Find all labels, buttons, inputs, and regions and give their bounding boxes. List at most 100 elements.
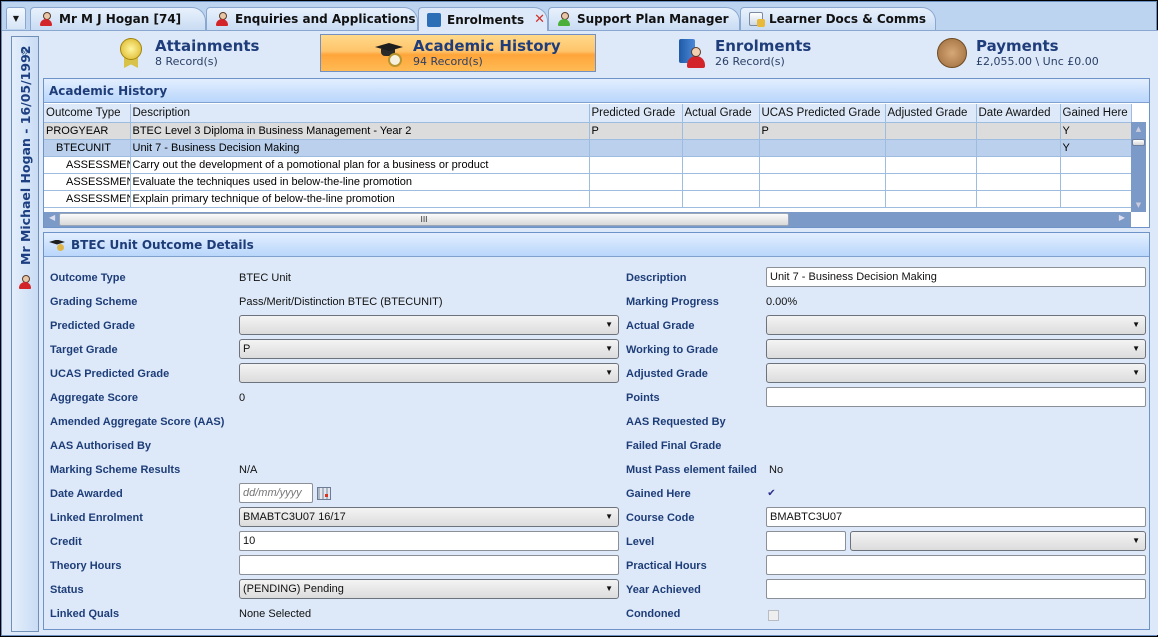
year-achieved-input[interactable] <box>766 579 1146 599</box>
panel-title: BTEC Unit Outcome Details <box>71 237 254 252</box>
predicted-grade-select[interactable]: ▼ <box>239 315 619 335</box>
table-row[interactable]: BTECUNIT Unit 7 - Business Decision Makin… <box>44 139 1132 157</box>
book-person-icon <box>675 37 707 69</box>
course-code-label: Course Code <box>626 512 695 524</box>
aas-authorised-by-label: AAS Authorised By <box>50 440 152 452</box>
summary-count: 8 Record(s) <box>155 54 218 68</box>
medal-icon <box>115 37 147 69</box>
column-header-actual-grade[interactable]: Actual Grade <box>682 104 760 123</box>
table-row[interactable]: ASSESSMEN Evaluate the techniques used in… <box>44 173 1132 191</box>
scroll-left-icon[interactable]: ◀ <box>49 213 55 222</box>
condoned-checkbox[interactable] <box>768 610 779 621</box>
scroll-thumb[interactable] <box>1132 139 1145 146</box>
calendar-icon[interactable] <box>317 487 331 500</box>
actual-grade-cell <box>682 190 760 208</box>
outcome-type-cell: ASSESSMEN <box>44 156 131 174</box>
record-tab-strip: ▼ Mr M J Hogan [74] Enquiries and Applic… <box>2 2 1156 31</box>
level-select[interactable]: ▼ <box>850 531 1146 551</box>
coin-icon <box>936 37 968 69</box>
grid-vertical-scrollbar[interactable]: ▲ ▼ <box>1131 122 1146 212</box>
select-value: P <box>243 343 251 355</box>
learner-person-icon <box>18 275 32 289</box>
ucas-predicted-grade-cell: P <box>759 122 886 140</box>
description-label: Description <box>626 272 687 284</box>
linked-quals-value[interactable]: None Selected <box>239 608 311 620</box>
description-cell: BTEC Level 3 Diploma in Business Managem… <box>130 122 590 140</box>
tab-list-menu-button[interactable]: ▼ <box>6 7 26 29</box>
date-awarded-cell <box>976 156 1061 174</box>
level-input[interactable] <box>766 531 846 551</box>
date-awarded-cell <box>976 190 1061 208</box>
tab-label: Support Plan Manager <box>577 12 729 26</box>
points-label: Points <box>626 392 660 404</box>
date-awarded-input[interactable] <box>239 483 313 503</box>
practical-hours-input[interactable] <box>766 555 1146 575</box>
theory-hours-label: Theory Hours <box>50 560 122 572</box>
target-grade-label: Target Grade <box>50 344 118 356</box>
aggregate-score-label: Aggregate Score <box>50 392 139 404</box>
scroll-down-icon[interactable]: ▼ <box>1131 201 1146 209</box>
panel-header: Academic History <box>44 79 1149 103</box>
column-header-outcome-type[interactable]: Outcome Type <box>44 104 131 123</box>
adjusted-grade-cell <box>885 156 977 174</box>
gained-here-checkbox[interactable]: ✔ <box>766 489 777 500</box>
ucas-predicted-grade-cell <box>759 190 886 208</box>
tab-label: Learner Docs & Comms <box>769 12 927 26</box>
summary-payments-button[interactable]: Payments £2,055.00 \ Unc £0.00 <box>935 34 1158 72</box>
linked-enrolment-select[interactable]: BMABTC3U07 16/17 ▼ <box>239 507 619 527</box>
points-input[interactable] <box>766 387 1146 407</box>
tab-learner-docs-comms[interactable]: Learner Docs & Comms <box>740 7 936 30</box>
summary-academic-history-button[interactable]: Academic History 94 Record(s) <box>320 34 596 72</box>
theory-hours-input[interactable] <box>239 555 619 575</box>
chevron-down-icon: ▼ <box>605 320 613 329</box>
course-code-input[interactable]: BMABTC3U07 <box>766 507 1146 527</box>
outcome-type-cell: ASSESSMEN <box>44 190 131 208</box>
grid-horizontal-scrollbar[interactable]: ◀ III ▶ <box>44 212 1131 227</box>
summary-amount: £2,055.00 \ Unc £0.00 <box>976 54 1099 68</box>
select-value: BMABTC3U07 16/17 <box>243 511 346 523</box>
date-awarded-cell <box>976 139 1061 157</box>
table-row[interactable]: ASSESSMEN Carry out the development of a … <box>44 156 1132 174</box>
scroll-up-icon[interactable]: ▲ <box>1131 125 1146 133</box>
failed-final-grade-label: Failed Final Grade <box>626 440 722 452</box>
documents-icon <box>749 12 765 27</box>
chevron-down-icon: ▼ <box>1132 368 1140 377</box>
chevron-down-icon: ▼ <box>1132 344 1140 353</box>
credit-input[interactable]: 10 <box>239 531 619 551</box>
adjusted-grade-select[interactable]: ▼ <box>766 363 1146 383</box>
table-row[interactable]: PROGYEAR BTEC Level 3 Diploma in Business… <box>44 122 1132 140</box>
tab-learner[interactable]: Mr M J Hogan [74] <box>30 7 206 30</box>
tab-enquiries-applications[interactable]: Enquiries and Applications <box>206 7 418 30</box>
tab-label: Enrolments <box>447 12 525 27</box>
gained-here-cell: Y <box>1060 139 1132 157</box>
scroll-thumb[interactable]: III <box>59 213 789 226</box>
column-header-date-awarded[interactable]: Date Awarded <box>976 104 1061 123</box>
column-header-predicted-grade[interactable]: Predicted Grade <box>589 104 683 123</box>
table-row[interactable]: ASSESSMEN Explain primary technique of be… <box>44 190 1132 208</box>
description-input[interactable]: Unit 7 - Business Decision Making <box>766 267 1146 287</box>
panel-header: BTEC Unit Outcome Details <box>44 233 1149 257</box>
close-tab-icon[interactable]: ✕ <box>534 12 545 27</box>
scroll-right-icon[interactable]: ▶ <box>1119 213 1125 222</box>
status-select[interactable]: (PENDING) Pending ▼ <box>239 579 619 599</box>
tab-support-plan-manager[interactable]: Support Plan Manager <box>548 7 740 30</box>
graduation-cap-icon <box>49 238 65 252</box>
support-person-icon <box>557 12 571 26</box>
column-header-gained-here[interactable]: Gained Here <box>1060 104 1132 123</box>
actual-grade-cell <box>682 173 760 191</box>
column-header-description[interactable]: Description <box>130 104 590 123</box>
predicted-grade-cell <box>589 156 683 174</box>
actual-grade-select[interactable]: ▼ <box>766 315 1146 335</box>
enrolments-page: » Mr Michael Hogan - 16/05/1992 Attainme… <box>2 30 1158 635</box>
target-grade-select[interactable]: P ▼ <box>239 339 619 359</box>
adjusted-grade-label: Adjusted Grade <box>626 368 708 380</box>
actual-grade-cell <box>682 156 760 174</box>
ucas-predicted-grade-select[interactable]: ▼ <box>239 363 619 383</box>
tab-enrolments[interactable]: Enrolments ✕ <box>418 7 548 31</box>
working-to-grade-select[interactable]: ▼ <box>766 339 1146 359</box>
column-header-adjusted-grade[interactable]: Adjusted Grade <box>885 104 977 123</box>
column-header-ucas-predicted-grade[interactable]: UCAS Predicted Grade <box>759 104 886 123</box>
learner-side-panel[interactable]: » Mr Michael Hogan - 16/05/1992 <box>11 36 39 632</box>
summary-title: Academic History <box>413 36 561 55</box>
summary-enrolments-button[interactable]: Enrolments 26 Record(s) <box>674 34 950 72</box>
